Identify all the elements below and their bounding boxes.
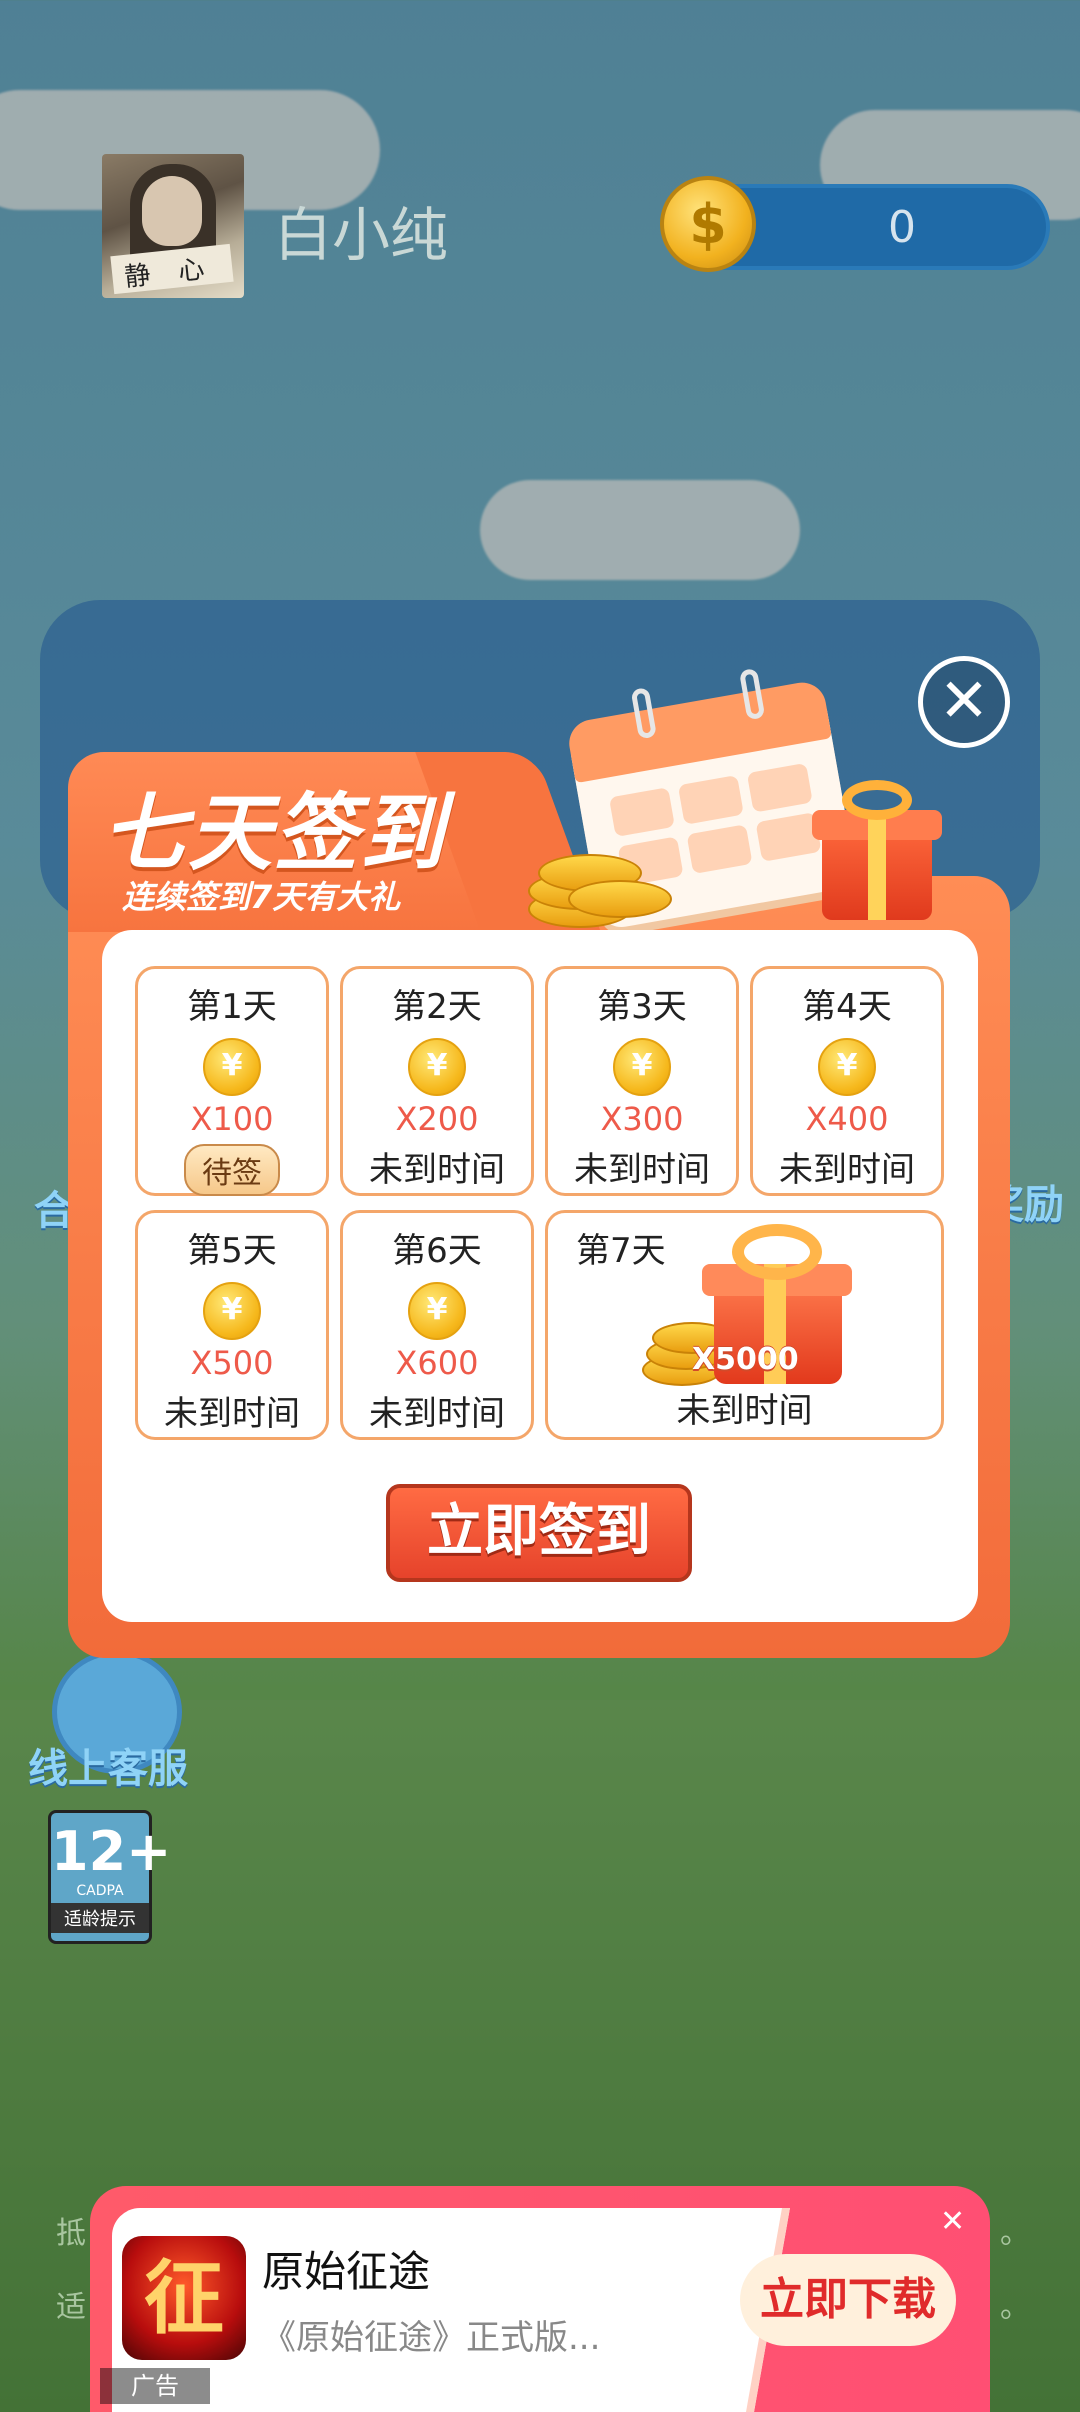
ad-description[interactable]: 《原始征途》正式版... [262,2310,600,2359]
coin-icon: $ [660,176,756,272]
close-modal-button[interactable]: ✕ [918,656,1010,748]
modal-subtitle: 连续签到7天有大礼 [122,878,401,916]
day-label: 第1天 [187,987,277,1027]
ad-tag: 广告 [100,2368,210,2404]
customer-service-label[interactable]: 线上客服 [28,1736,188,1794]
ad-title[interactable]: 原始征途 [262,2238,430,2299]
modal-title: 七天签到 [102,784,447,882]
ad-download-button[interactable]: 立即下载 [740,2254,956,2346]
day-amount: X300 [600,1100,684,1138]
day-amount: X100 [190,1100,274,1138]
footer-text-fragment: 适 [56,2290,86,2325]
day-label: 第4天 [802,987,892,1027]
day-card-1[interactable]: 第1天 ¥ X100 待签 [135,966,329,1196]
day-status: 未到时间 [574,1150,710,1190]
day7-amount: X5000 [692,1342,799,1377]
footer-text-fragment: 抵 [56,2216,86,2251]
coins-illustration [528,820,672,930]
coin-icon: ¥ [408,1282,466,1340]
pending-sign-badge[interactable]: 待签 [184,1144,280,1196]
day-amount: X600 [395,1344,479,1382]
ad-close-icon[interactable]: ✕ [940,2204,965,2239]
coin-icon: ¥ [203,1282,261,1340]
day-label: 第2天 [392,987,482,1027]
day-status: 未到时间 [676,1391,813,1431]
day-card-6: 第6天 ¥ X600 未到时间 [340,1210,534,1440]
sign-in-now-button[interactable]: 立即签到 [386,1484,692,1582]
day-status: 未到时间 [369,1150,505,1190]
day-status: 未到时间 [369,1394,505,1434]
day-label: 第5天 [187,1231,277,1271]
day-card-5: 第5天 ¥ X500 未到时间 [135,1210,329,1440]
ad-app-icon[interactable]: 征 [122,2236,246,2360]
coin-balance: 0 [888,202,916,253]
day-card-2: 第2天 ¥ X200 未到时间 [340,966,534,1196]
day-label: 第3天 [597,987,687,1027]
coin-icon: ¥ [203,1038,261,1096]
age-rating-badge[interactable]: 12+ CADPA 适龄提示 [48,1810,171,1944]
footer-text-fragment: 。 [1000,2290,1030,2325]
day-card-4: 第4天 ¥ X400 未到时间 [750,966,944,1196]
username: 白小纯 [274,201,449,269]
coin-icon: ¥ [818,1038,876,1096]
day-status: 未到时间 [779,1150,915,1190]
footer-text-fragment: 。 [1000,2216,1030,2251]
day-amount: X500 [190,1344,274,1382]
day-amount: X400 [805,1100,889,1138]
coin-icon: ¥ [613,1038,671,1096]
day-amount: X200 [395,1100,479,1138]
day-card-3: 第3天 ¥ X300 未到时间 [545,966,739,1196]
avatar[interactable]: 静心 [102,154,244,298]
day-status: 未到时间 [164,1394,300,1434]
day-label: 第6天 [392,1231,482,1271]
coin-icon: ¥ [408,1038,466,1096]
gift-illustration [812,780,942,920]
